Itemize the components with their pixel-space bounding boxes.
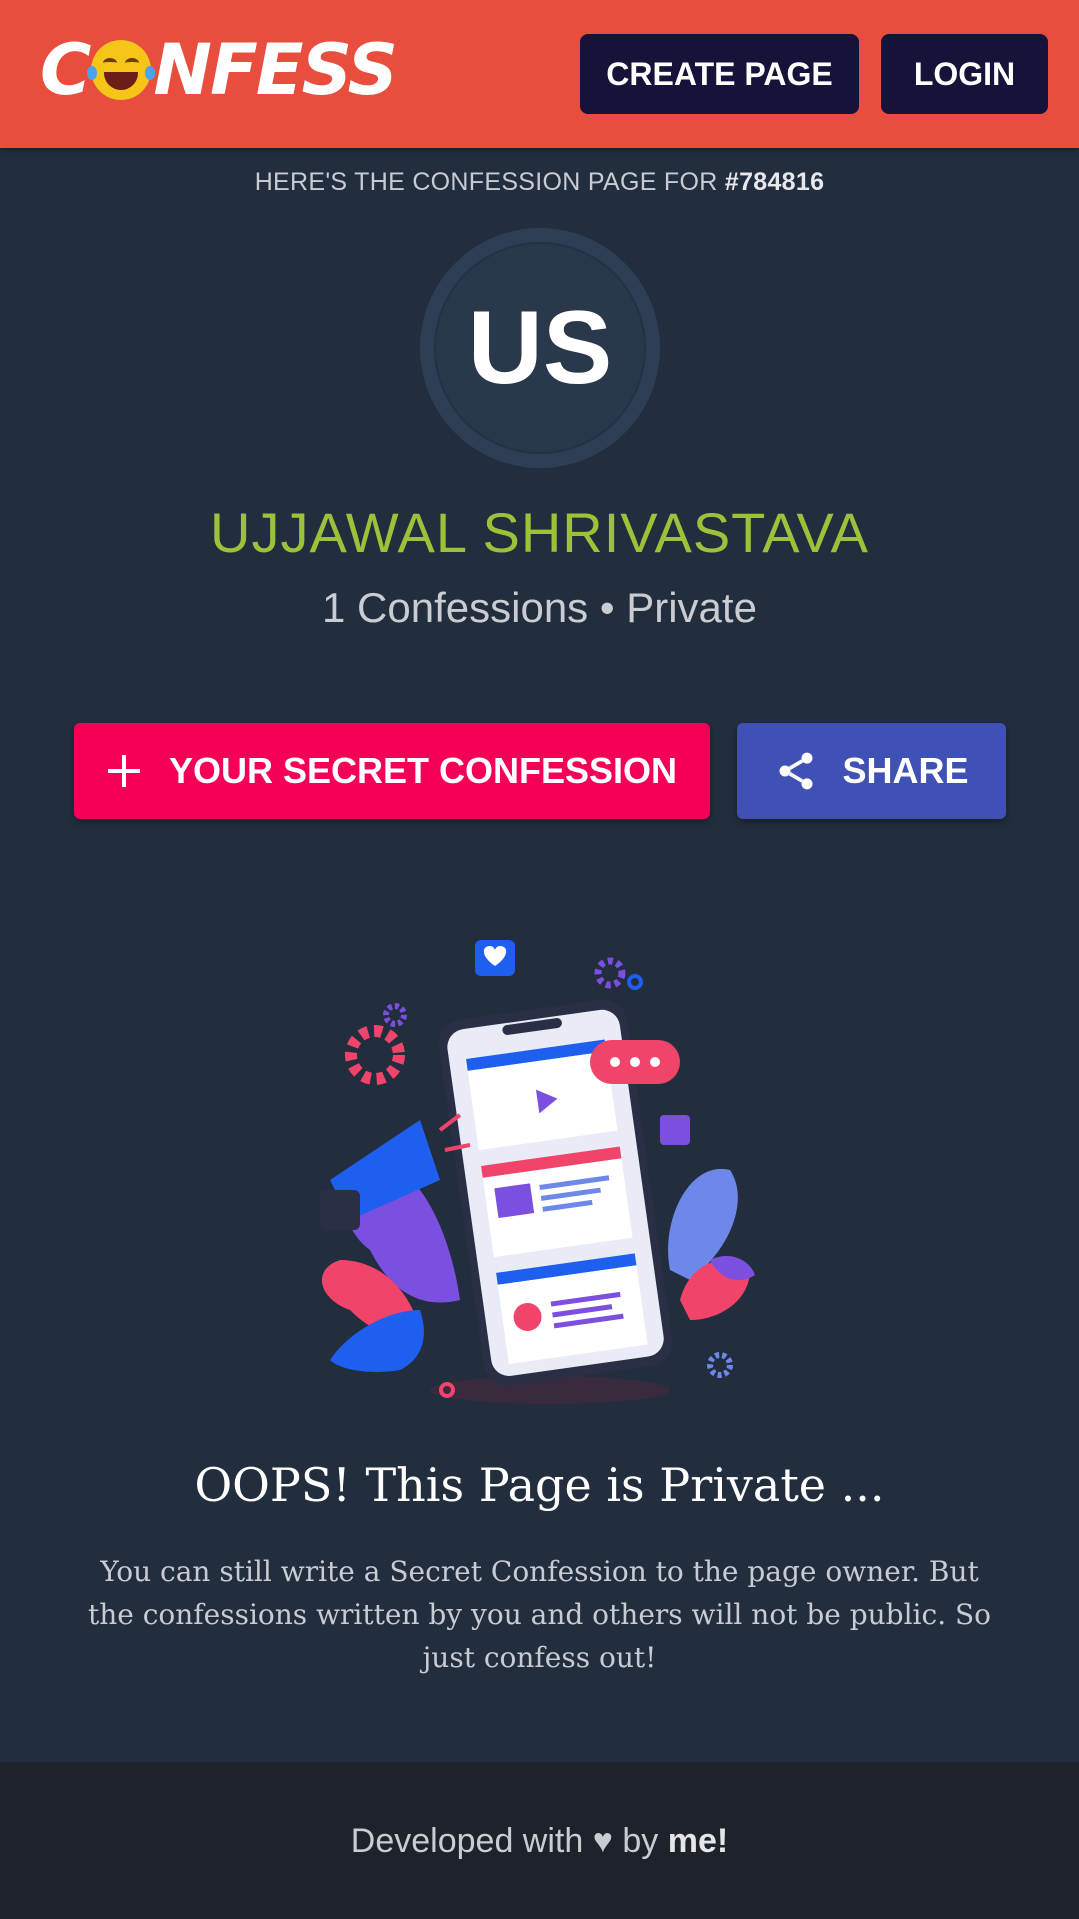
plus-icon bbox=[107, 754, 141, 788]
share-label: SHARE bbox=[842, 750, 969, 791]
footer-mid: by bbox=[612, 1822, 668, 1860]
share-icon bbox=[779, 752, 813, 790]
laughing-emoji-icon bbox=[87, 40, 156, 100]
footer-author: me! bbox=[667, 1822, 729, 1860]
login-button[interactable]: LOGIN bbox=[881, 34, 1048, 114]
logo-text-end: NFESS bbox=[153, 29, 398, 111]
page-id: #784816 bbox=[724, 168, 825, 196]
footer-text: Developed with ♥ by me! bbox=[0, 1822, 1079, 1861]
phone-illustration bbox=[320, 940, 755, 1404]
confess-label: YOUR SECRET CONFESSION bbox=[168, 750, 678, 791]
avatar-initials: US bbox=[434, 242, 646, 454]
heart-icon: ♥ bbox=[592, 1822, 613, 1860]
share-button[interactable]: SHARE bbox=[737, 723, 1006, 819]
profile-stats: 1 Confessions • Private bbox=[322, 584, 757, 631]
avatar: US bbox=[420, 228, 660, 468]
create-page-button[interactable]: CREATE PAGE bbox=[580, 34, 859, 114]
footer-prefix: Developed with bbox=[350, 1822, 593, 1860]
private-notice-title: OOPS! This Page is Private ... bbox=[194, 1458, 885, 1512]
page-subtitle: HERE'S THE CONFESSION PAGE FOR #784816 bbox=[0, 168, 1079, 197]
subtitle-prefix: HERE'S THE CONFESSION PAGE FOR bbox=[254, 168, 725, 196]
private-notice-description: You can still write a Secret Confession … bbox=[87, 1555, 992, 1674]
logo[interactable]: C NFESS bbox=[40, 29, 398, 111]
footer: Developed with ♥ by me! bbox=[0, 1762, 1079, 1919]
app-header: C NFESS CREATE PAGE LOGIN bbox=[0, 0, 1079, 148]
profile-name: UJJAWAL SHRIVASTAVA bbox=[210, 501, 869, 564]
logo-text-start: C bbox=[40, 29, 91, 111]
secret-confession-button[interactable]: YOUR SECRET CONFESSION bbox=[74, 723, 710, 819]
